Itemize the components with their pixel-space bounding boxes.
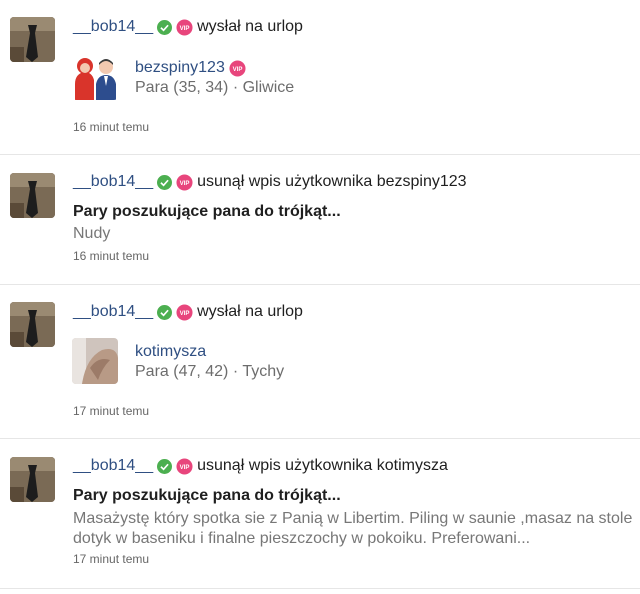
activity-line: __bob14__ VIP usunął wpis użytkownika be… [73,172,467,192]
username-link[interactable]: __bob14__ [73,456,153,476]
activity-feed: __bob14__ VIP wysłał na urlop bezspiny12… [0,0,640,594]
username-link[interactable]: __bob14__ [73,302,153,322]
activity-line: __bob14__ VIP usunął wpis użytkownika ko… [73,456,448,476]
feed-item: __bob14__ VIP wysłał na urlop kotimysza … [0,285,640,439]
timestamp: 16 minut temu [73,249,150,263]
post-excerpt: Masażystę który spotka sie z Panią w Lib… [73,510,633,547]
vip-badge-icon: VIP [229,59,246,77]
svg-text:VIP: VIP [180,463,190,470]
verified-icon [157,304,173,320]
svg-text:VIP: VIP [180,309,190,316]
activity-action: usunął wpis użytkownika kotimysza [197,457,448,474]
post-excerpt: Nudy [73,225,111,242]
activity-action: wysłał na urlop [197,303,303,320]
username-link[interactable]: __bob14__ [73,17,153,37]
activity-line: __bob14__ VIP wysłał na urlop [73,302,303,322]
svg-text:VIP: VIP [180,24,190,31]
timestamp: 16 minut temu [73,120,150,134]
feed-item: __bob14__ VIP wysłał na urlop bezspiny12… [0,0,640,155]
verified-icon [157,19,173,35]
timestamp: 17 minut temu [73,404,150,418]
username-link[interactable]: __bob14__ [73,172,153,192]
verified-icon [157,458,173,474]
vip-badge-icon: VIP [176,457,193,475]
user-avatar[interactable] [10,17,55,62]
vip-badge-icon: VIP [176,173,193,191]
feed-item: __bob14__ VIP usunął wpis użytkownika be… [0,155,640,285]
timestamp: 17 minut temu [73,552,150,566]
verified-icon [157,174,173,190]
user-avatar[interactable] [10,173,55,218]
photo-thumbnail[interactable] [72,338,118,384]
profile-name-link[interactable]: kotimysza [135,343,206,361]
feed-item: __bob14__ VIP usunął wpis użytkownika ko… [0,439,640,589]
couple-icon[interactable] [72,54,118,100]
activity-line: __bob14__ VIP wysłał na urlop [73,17,303,37]
user-avatar[interactable] [10,457,55,502]
user-avatar[interactable] [10,302,55,347]
profile-meta: Para (35, 34) · Gliwice [135,79,295,96]
post-title-link[interactable]: Pary poszukujące pana do trójkąt... [73,203,341,221]
profile-name-link[interactable]: bezspiny123 VIP [135,59,246,77]
profile-meta: Para (47, 42) · Tychy [135,363,285,380]
post-title-link[interactable]: Pary poszukujące pana do trójkąt... [73,487,341,505]
svg-text:VIP: VIP [180,179,190,186]
svg-text:VIP: VIP [232,65,242,72]
vip-badge-icon: VIP [176,303,193,321]
activity-action: usunął wpis użytkownika bezspiny123 [197,173,467,190]
vip-badge-icon: VIP [176,18,193,36]
activity-action: wysłał na urlop [197,18,303,35]
